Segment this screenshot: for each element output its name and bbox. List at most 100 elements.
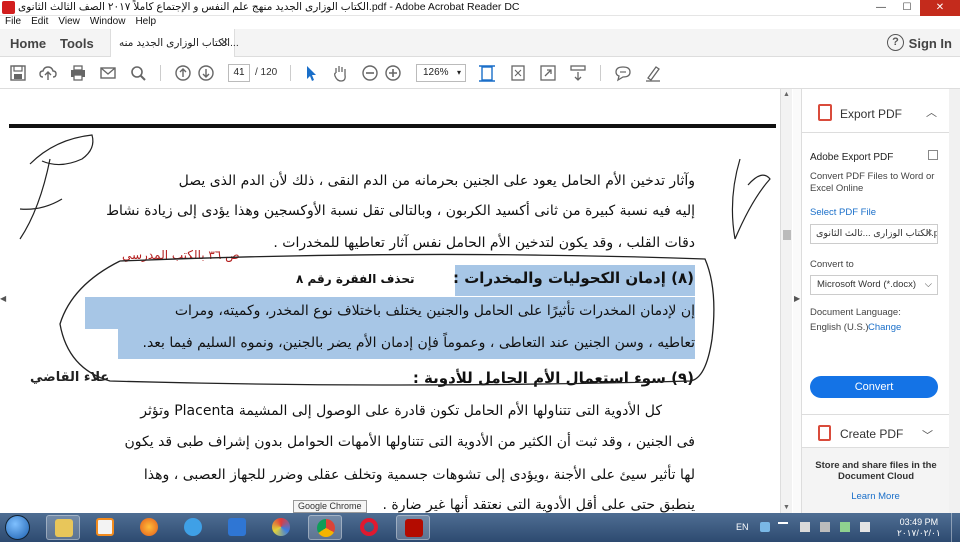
zoom-level-select[interactable]: 126% ▾ (416, 64, 466, 82)
hand-icon[interactable] (331, 64, 349, 82)
comment-icon[interactable] (614, 64, 632, 82)
convert-format-value: Microsoft Word (*.docx) (817, 279, 917, 290)
page-up-icon[interactable] (174, 64, 192, 82)
tools-panel: Export PDF ︿ Adobe Export PDF Convert PD… (801, 89, 960, 513)
scrollbar-thumb[interactable] (783, 230, 791, 240)
taskbar-acrobat[interactable] (396, 515, 430, 540)
chevron-down-icon[interactable]: ﹀ (922, 427, 933, 443)
document-language-label: Document Language: (810, 307, 901, 318)
chevron-down-icon: ⌵ (924, 279, 932, 290)
taskbar-media-player[interactable] (88, 515, 122, 540)
app-d-icon (228, 518, 246, 536)
export-pdf-header[interactable]: Export PDF ︿ (802, 89, 949, 133)
close-window-button[interactable]: ✕ (920, 0, 960, 16)
zoom-in-icon[interactable] (384, 64, 402, 82)
upload-icon[interactable] (39, 64, 57, 82)
show-desktop-button[interactable] (951, 513, 960, 542)
media-player-icon (96, 518, 114, 536)
page-number-input[interactable]: 41 (228, 64, 250, 82)
search-icon[interactable] (129, 64, 147, 82)
create-pdf-icon (818, 425, 831, 441)
page-total: / 120 (255, 67, 278, 78)
document-view[interactable]: ◀ وآثار تدخين الأم الحامل يعود على الجني… (0, 89, 780, 513)
language-indicator[interactable]: EN (736, 522, 749, 532)
tray-app-icon[interactable] (760, 522, 770, 532)
flag-icon[interactable] (820, 522, 830, 532)
opera-icon (360, 518, 378, 536)
close-tab-icon[interactable]: ✕ (220, 36, 229, 49)
document-scrollbar[interactable]: ▲ ▼ (780, 89, 792, 513)
highlight-pen-icon[interactable] (644, 64, 662, 82)
menu-window[interactable]: Window (85, 16, 131, 29)
folder-icon (55, 519, 73, 537)
convert-format-select[interactable]: Microsoft Word (*.docx) ⌵ (810, 275, 938, 295)
info-icon[interactable] (928, 150, 938, 160)
taskbar-internet-explorer[interactable] (176, 515, 210, 540)
panel-scrollbar[interactable] (949, 89, 960, 513)
minimize-button[interactable]: — (868, 0, 894, 16)
network-icon[interactable] (800, 522, 810, 532)
page-down-icon[interactable] (197, 64, 215, 82)
fit-width-icon[interactable] (478, 64, 496, 82)
help-icon[interactable]: ? (887, 34, 904, 51)
taskbar-chrome[interactable] (308, 515, 342, 540)
chrome-tooltip: Google Chrome (293, 500, 367, 513)
taskbar-app-swirl[interactable] (264, 515, 298, 540)
menu-help[interactable]: Help (130, 16, 161, 29)
scroll-up-icon[interactable]: ▲ (783, 91, 790, 98)
zoom-value: 126% (423, 67, 449, 78)
acrobat-app-icon (2, 1, 15, 14)
menu-edit[interactable]: Edit (26, 16, 53, 29)
maximize-button[interactable]: ☐ (894, 0, 920, 16)
system-clock[interactable]: 03:49 PM ٢٠١٧/٠٢/٠١ (897, 517, 941, 539)
scroll-down-icon[interactable]: ▼ (783, 504, 790, 511)
print-icon[interactable] (69, 64, 87, 82)
taskbar-opera[interactable] (352, 515, 386, 540)
window-controls: — ☐ ✕ (868, 0, 960, 16)
full-screen-icon[interactable] (539, 64, 557, 82)
mail-icon[interactable] (99, 64, 117, 82)
window-title: الكتاب الوزارى الجديد منهج علم النفس و ا… (18, 1, 520, 13)
create-pdf-tool[interactable]: Create PDF (840, 427, 903, 441)
menu-view[interactable]: View (53, 16, 85, 29)
sign-in-button[interactable]: Sign In (909, 36, 952, 51)
chevron-down-icon: ▾ (456, 68, 461, 77)
document-cloud-promo: Store and share files in the Document Cl… (802, 447, 949, 513)
collapse-arrow-icon: ▶ (794, 294, 801, 303)
volume-icon[interactable] (860, 522, 870, 532)
change-language-link[interactable]: Change (868, 322, 901, 333)
chevron-up-icon[interactable] (778, 522, 788, 532)
toolbar: 41 / 120 126% ▾ (0, 57, 960, 89)
taskbar-explorer[interactable] (46, 515, 80, 540)
home-tab[interactable]: Home (10, 36, 46, 51)
select-pdf-label: Select PDF File (810, 207, 876, 218)
panel-divider (802, 414, 949, 415)
file-name: الكتاب الوزارى ...ثالث الثانوى.pdf (816, 228, 937, 239)
clock-date: ٢٠١٧/٠٢/٠١ (897, 528, 941, 538)
zoom-out-icon[interactable] (361, 64, 379, 82)
start-button[interactable] (5, 515, 30, 540)
swirl-app-icon (272, 518, 290, 536)
convert-button[interactable]: Convert (810, 376, 938, 398)
taskbar-app-d[interactable] (220, 515, 254, 540)
toolbar-separator (290, 65, 291, 81)
handwriting-ink (19, 134, 771, 386)
document-tab[interactable]: الكتاب الوزارى الجديد منه... ✕ (110, 29, 239, 57)
right-panel-toggle[interactable]: ▶ (793, 89, 801, 513)
selected-file-field[interactable]: الكتاب الوزارى ...ثالث الثانوى.pdf ✕ (810, 224, 938, 244)
save-icon[interactable] (9, 64, 27, 82)
taskbar-firefox[interactable] (132, 515, 166, 540)
chevron-up-icon[interactable]: ︿ (926, 104, 937, 120)
select-cursor-icon[interactable] (302, 64, 320, 82)
menu-file[interactable]: File (0, 16, 26, 29)
chrome-icon (317, 519, 335, 537)
export-pdf-title: Export PDF (840, 107, 903, 121)
store-share-text: Store and share files in the Document Cl… (815, 460, 937, 482)
internet-explorer-icon (184, 518, 202, 536)
scroll-mode-icon[interactable] (569, 64, 587, 82)
learn-more-link[interactable]: Learn More (802, 491, 949, 502)
fit-page-icon[interactable] (509, 64, 527, 82)
battery-icon[interactable] (840, 522, 850, 532)
clear-file-icon[interactable]: ✕ (925, 225, 933, 243)
tools-tab[interactable]: Tools (60, 36, 94, 51)
